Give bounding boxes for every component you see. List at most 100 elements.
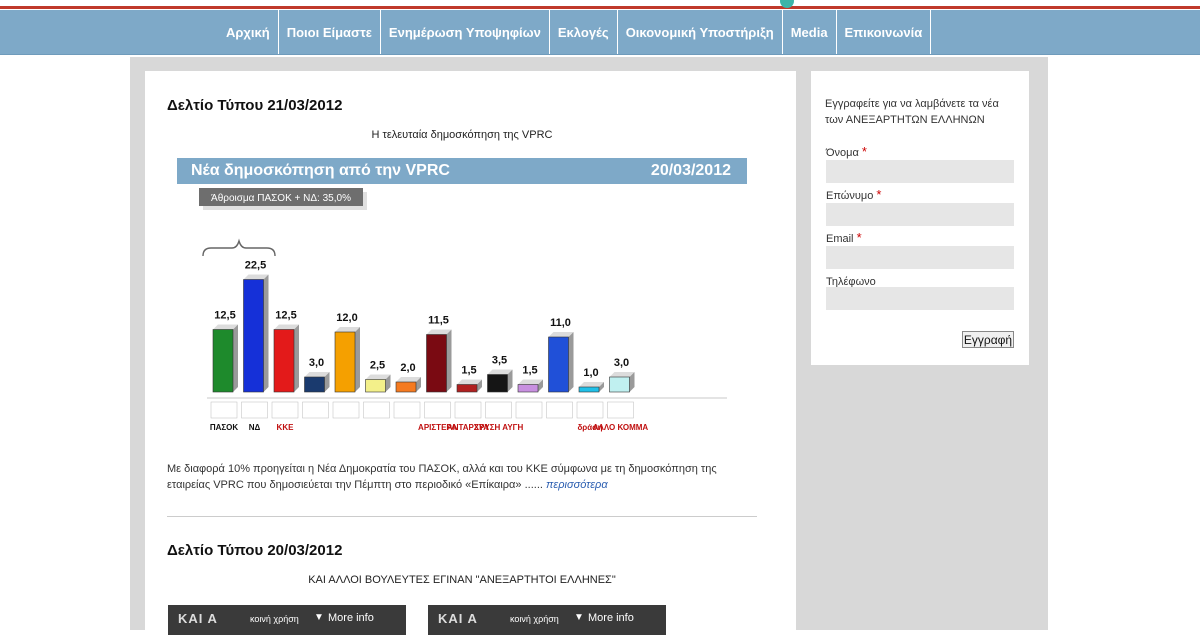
- nav-item-contact[interactable]: Επικοινωνία: [837, 10, 932, 54]
- party-logo-icon: [454, 401, 482, 419]
- party-logo-icon: [363, 401, 390, 419]
- post-title[interactable]: Δελτίο Τύπου 21/03/2012: [167, 97, 342, 114]
- chart-bar: [487, 374, 508, 393]
- required-marker: *: [861, 144, 867, 159]
- video-logo: ΚΑΙ Α: [438, 611, 478, 626]
- subscribe-button[interactable]: Εγγραφή: [962, 331, 1014, 348]
- chart-bar: [212, 329, 234, 393]
- chart-bar: [395, 381, 417, 393]
- party-logo-icon: [424, 401, 451, 419]
- chevron-down-icon[interactable]: ▼: [314, 612, 324, 623]
- bar-value-label: 3,0: [614, 357, 629, 369]
- bar-side: [355, 327, 360, 392]
- party-logo-icon: [332, 401, 360, 419]
- bar-value-label: 1,0: [583, 367, 598, 379]
- bar-value-label: 12,5: [275, 310, 296, 322]
- video-share-label[interactable]: κοινή χρήση: [510, 614, 559, 624]
- read-more-link[interactable]: περισσότερα: [546, 479, 608, 491]
- bar-value-label: 1,5: [461, 365, 476, 377]
- brace-annotation: [202, 238, 276, 257]
- chart-bar: [609, 376, 630, 393]
- chart-bar: [273, 329, 295, 393]
- poll-chart: Νέα δημοσκόπηση από την VPRC 20/03/2012 …: [177, 158, 747, 444]
- bar-side: [263, 274, 269, 392]
- logo-dot-icon: [780, 0, 794, 8]
- top-accent-bar: [0, 0, 1200, 9]
- nav-item-about[interactable]: Ποιοι Είμαστε: [279, 10, 381, 54]
- chart-header: Νέα δημοσκόπηση από την VPRC 20/03/2012: [177, 158, 747, 184]
- bar-value-label: 11,5: [428, 315, 449, 327]
- last-name-label: Επώνυμο *: [826, 187, 881, 202]
- party-logo-icon: [576, 401, 604, 419]
- chart-bar: [578, 386, 600, 393]
- party-label: ΝΔ: [249, 423, 261, 432]
- bar-value-label: 1,5: [522, 365, 537, 377]
- chart-bar: [426, 334, 447, 393]
- main-column: Δελτίο Τύπου 21/03/2012 Η τελευταία δημο…: [145, 71, 796, 635]
- nav-item-media[interactable]: Media: [783, 10, 837, 54]
- chart-bar: [334, 331, 356, 393]
- party-logo-icon: [210, 401, 238, 419]
- chart-bar: [304, 376, 325, 393]
- phone-input[interactable]: [826, 287, 1014, 310]
- bar-value-label: 22,5: [245, 260, 266, 272]
- required-marker: *: [876, 187, 882, 202]
- video-more-info[interactable]: More info: [328, 612, 374, 624]
- email-label: Email *: [826, 230, 862, 245]
- chevron-down-icon[interactable]: ▼: [574, 612, 584, 623]
- bar-side: [294, 324, 299, 392]
- party-logo-icon: [393, 401, 421, 419]
- annotation-label: Άθροισμα ΠΑΣΟΚ + ΝΔ: 35,0%: [211, 193, 351, 204]
- chart-bar: [365, 379, 386, 393]
- chart-bar: [548, 336, 569, 393]
- party-logo-icon: [546, 401, 573, 419]
- chart-bar: [243, 279, 264, 393]
- video-logo: ΚΑΙ Α: [178, 611, 218, 626]
- bar-side: [446, 329, 452, 392]
- party-logo-icon: [241, 401, 268, 419]
- chart-title: Νέα δημοσκόπηση από την VPRC: [191, 162, 450, 179]
- nav-item-financial-support[interactable]: Οικονομική Υποστήριξη: [618, 10, 783, 54]
- newsletter-intro: Εγγραφείτε για να λαμβάνετε τα νέα των Α…: [825, 98, 999, 126]
- required-marker: *: [856, 230, 862, 245]
- nav-item-home[interactable]: Αρχική: [218, 10, 279, 54]
- bar-value-label: 3,5: [492, 355, 507, 367]
- video-share-label[interactable]: κοινή χρήση: [250, 614, 299, 624]
- party-logo-icon: [302, 401, 329, 419]
- video-thumbnail[interactable]: ΚΑΙ Α κοινή χρήση ▼ More info: [168, 605, 406, 635]
- email-input[interactable]: [826, 246, 1014, 269]
- party-label: ΑΛΛΟ ΚΟΜΜΑ: [593, 423, 649, 432]
- chart-bar: [456, 384, 478, 393]
- post-title[interactable]: Δελτίο Τύπου 20/03/2012: [167, 542, 342, 559]
- post-excerpt-text: Με διαφορά 10% προηγείται η Νέα Δημοκρατ…: [167, 463, 717, 491]
- post-divider: [167, 516, 757, 517]
- video-thumbnail[interactable]: ΚΑΙ Α κοινή χρήση ▼ More info: [428, 605, 666, 635]
- bar-value-label: 2,5: [370, 360, 385, 372]
- bar-side: [233, 324, 238, 392]
- bar-value-label: 12,0: [336, 312, 357, 324]
- bar-value-label: 3,0: [309, 357, 324, 369]
- phone-label: Τηλέφωνο: [826, 273, 876, 288]
- bar-value-label: 11,0: [550, 317, 571, 329]
- party-logo-icon: [607, 401, 634, 419]
- chart-date: 20/03/2012: [650, 162, 731, 179]
- field-label-text: Email: [826, 233, 854, 245]
- party-logo-icon: [485, 401, 512, 419]
- post-subtitle: ΚΑΙ ΑΛΛΟΙ ΒΟΥΛΕΥΤΕΣ ΕΓΙΝΑΝ "ΑΝΕΞΑΡΤΗΤΟΙ …: [308, 574, 616, 586]
- bar-value-label: 12,5: [214, 310, 235, 322]
- bar-value-label: 2,0: [400, 362, 415, 374]
- chart-bar: [517, 384, 539, 393]
- newsletter-sidebar: Εγγραφείτε για να λαμβάνετε τα νέα των Α…: [811, 71, 1029, 365]
- field-label-text: Επώνυμο: [826, 190, 874, 202]
- main-navigation: Αρχική Ποιοι Είμαστε Ενημέρωση Υποψηφίων…: [0, 10, 1200, 55]
- bar-side: [568, 332, 574, 392]
- post-excerpt: Με διαφορά 10% προηγείται η Νέα Δημοκρατ…: [167, 461, 757, 493]
- first-name-label: Όνομα *: [826, 144, 867, 159]
- bar-chart: Άθροισμα ΠΑΣΟΚ + ΝΔ: 35,0% 12,5 ΠΑΣΟΚ 22,5 Ν…: [199, 188, 727, 432]
- video-more-info[interactable]: More info: [588, 612, 634, 624]
- first-name-input[interactable]: [826, 160, 1014, 183]
- nav-item-candidates[interactable]: Ενημέρωση Υποψηφίων: [381, 10, 550, 54]
- party-logo-icon: [515, 401, 543, 419]
- nav-item-elections[interactable]: Εκλογές: [550, 10, 618, 54]
- last-name-input[interactable]: [826, 203, 1014, 226]
